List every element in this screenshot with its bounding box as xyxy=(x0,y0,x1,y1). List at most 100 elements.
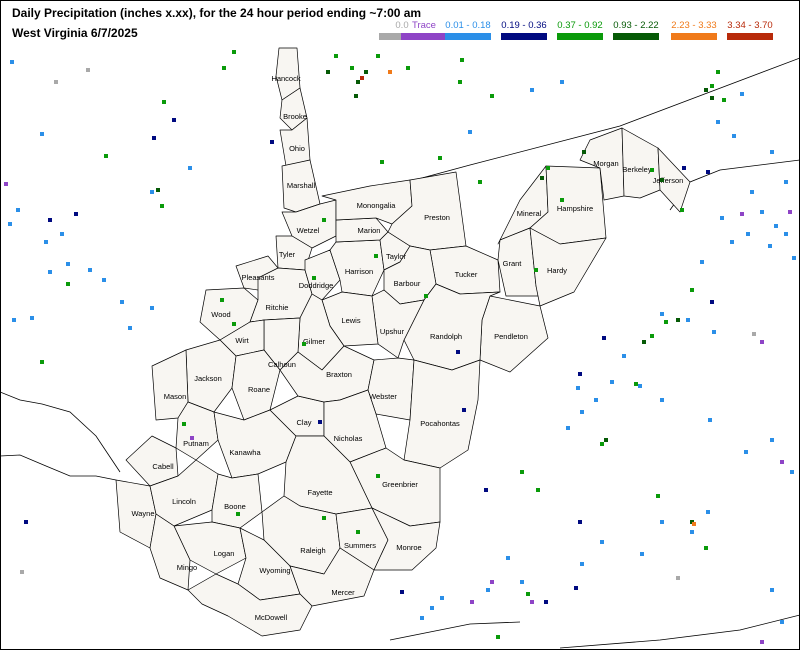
station-marker xyxy=(706,510,710,514)
label-nicholas: Nicholas xyxy=(334,434,363,443)
station-marker xyxy=(270,140,274,144)
station-marker xyxy=(768,244,772,248)
label-wayne: Wayne xyxy=(131,509,154,518)
station-marker xyxy=(354,94,358,98)
label-kanawha: Kanawha xyxy=(229,448,261,457)
station-marker xyxy=(682,166,686,170)
station-marker xyxy=(484,488,488,492)
label-marshall: Marshall xyxy=(287,181,316,190)
station-marker xyxy=(406,66,410,70)
label-hancock: Hancock xyxy=(271,74,300,83)
label-lewis: Lewis xyxy=(341,316,360,325)
station-marker xyxy=(160,204,164,208)
station-marker xyxy=(364,70,368,74)
label-roane: Roane xyxy=(248,385,270,394)
station-marker xyxy=(60,232,64,236)
station-marker xyxy=(634,382,638,386)
label-doddridge: Doddridge xyxy=(299,281,334,290)
label-pendleton: Pendleton xyxy=(494,332,528,341)
station-marker xyxy=(704,88,708,92)
label-tucker: Tucker xyxy=(455,270,478,279)
station-marker xyxy=(334,54,338,58)
station-marker xyxy=(150,306,154,310)
county-berkeley xyxy=(621,127,661,199)
station-marker xyxy=(692,522,696,526)
label-summers: Summers xyxy=(344,541,376,550)
label-mason: Mason xyxy=(164,392,187,401)
station-marker xyxy=(462,408,466,412)
station-marker xyxy=(560,198,564,202)
station-marker xyxy=(650,168,654,172)
label-pocahontas: Pocahontas xyxy=(420,419,460,428)
label-wirt: Wirt xyxy=(235,336,249,345)
station-marker xyxy=(104,154,108,158)
station-marker xyxy=(656,494,660,498)
label-greenbrier: Greenbrier xyxy=(382,480,418,489)
legend-swatch xyxy=(671,33,717,40)
station-marker xyxy=(506,556,510,560)
station-marker xyxy=(660,398,664,402)
station-marker xyxy=(360,76,364,80)
legend-label: 2.23 - 3.33 xyxy=(671,20,717,31)
station-marker xyxy=(322,516,326,520)
station-marker xyxy=(490,580,494,584)
map-subtitle: West Virginia 6/7/2025 xyxy=(12,26,138,40)
station-marker xyxy=(312,276,316,280)
station-marker xyxy=(380,160,384,164)
station-marker xyxy=(600,540,604,544)
station-marker xyxy=(708,418,712,422)
station-marker xyxy=(676,318,680,322)
station-marker xyxy=(458,80,462,84)
station-marker xyxy=(784,180,788,184)
station-marker xyxy=(318,420,322,424)
station-marker xyxy=(232,322,236,326)
station-marker xyxy=(30,316,34,320)
label-harrison: Harrison xyxy=(345,267,373,276)
station-marker xyxy=(744,450,748,454)
station-marker xyxy=(486,588,490,592)
station-marker xyxy=(540,176,544,180)
label-logan: Logan xyxy=(214,549,235,558)
label-mingo: Mingo xyxy=(177,563,197,572)
station-marker xyxy=(48,218,52,222)
station-marker xyxy=(356,80,360,84)
station-marker xyxy=(156,188,160,192)
station-marker xyxy=(356,530,360,534)
label-raleigh: Raleigh xyxy=(300,546,325,555)
station-marker xyxy=(40,360,44,364)
station-marker xyxy=(780,620,784,624)
station-marker xyxy=(44,240,48,244)
label-wyoming: Wyoming xyxy=(259,566,290,575)
station-marker xyxy=(388,70,392,74)
station-marker xyxy=(302,342,306,346)
station-marker xyxy=(638,384,642,388)
label-fayette: Fayette xyxy=(307,488,332,497)
station-marker xyxy=(220,298,224,302)
station-marker xyxy=(788,210,792,214)
station-marker xyxy=(172,118,176,122)
station-marker xyxy=(232,50,236,54)
station-marker xyxy=(150,190,154,194)
label-brooke: Brooke xyxy=(283,112,307,121)
station-marker xyxy=(496,635,500,639)
station-marker xyxy=(470,600,474,604)
label-ritchie: Ritchie xyxy=(266,303,289,312)
station-marker xyxy=(640,552,644,556)
station-marker xyxy=(438,156,442,160)
station-marker xyxy=(716,70,720,74)
legend-swatch xyxy=(445,33,491,40)
station-marker xyxy=(152,136,156,140)
legend-label: 0.37 - 0.92 xyxy=(557,20,603,31)
station-marker xyxy=(686,318,690,322)
station-marker xyxy=(430,606,434,610)
label-morgan: Morgan xyxy=(593,159,618,168)
station-marker xyxy=(706,170,710,174)
station-marker xyxy=(710,96,714,100)
station-marker xyxy=(12,318,16,322)
station-marker xyxy=(722,98,726,102)
station-marker xyxy=(580,410,584,414)
station-marker xyxy=(530,88,534,92)
label-upshur: Upshur xyxy=(380,327,405,336)
label-cabell: Cabell xyxy=(152,462,174,471)
label-braxton: Braxton xyxy=(326,370,352,379)
